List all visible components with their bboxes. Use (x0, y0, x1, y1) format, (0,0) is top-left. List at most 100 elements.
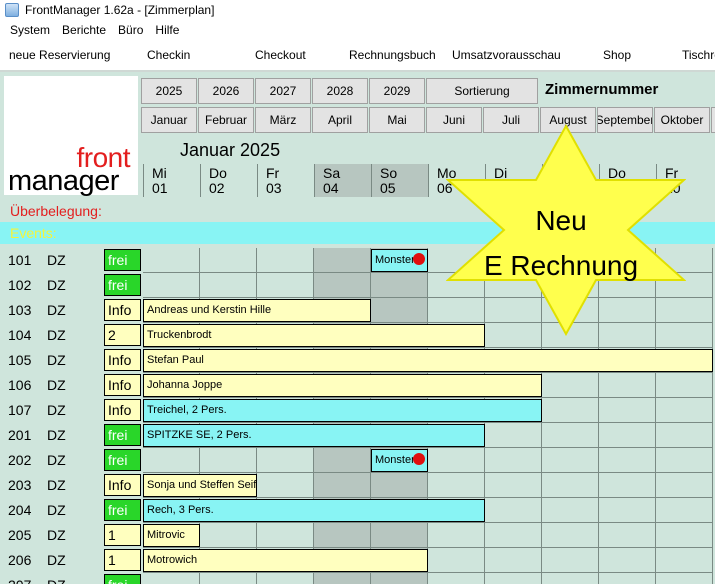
plan-cell[interactable] (257, 273, 314, 298)
plan-cell[interactable] (485, 423, 542, 448)
plan-cell[interactable] (428, 473, 485, 498)
umsatzvorausschau-button[interactable]: Umsatzvorausschau (452, 48, 561, 62)
month-button-maerz[interactable]: März (255, 107, 311, 133)
booking-bar[interactable]: Johanna Joppe (143, 374, 542, 397)
plan-cell[interactable] (200, 273, 257, 298)
plan-cell[interactable] (200, 573, 257, 584)
plan-cell[interactable] (485, 448, 542, 473)
plan-cell[interactable] (599, 373, 656, 398)
year-button-2025[interactable]: 2025 (141, 78, 197, 104)
plan-cell[interactable] (314, 523, 371, 548)
plan-cell[interactable] (200, 448, 257, 473)
plan-cell[interactable] (485, 498, 542, 523)
plan-cell[interactable] (485, 548, 542, 573)
plan-cell[interactable] (314, 273, 371, 298)
plan-cell[interactable] (314, 573, 371, 584)
plan-cell[interactable] (542, 548, 599, 573)
booking-bar[interactable]: Sonja und Steffen Seif (143, 474, 257, 497)
plan-cell[interactable] (143, 573, 200, 584)
room-status[interactable]: Info (104, 374, 141, 396)
room-number[interactable]: 104 (8, 327, 31, 343)
plan-cell[interactable] (656, 548, 713, 573)
menu-buero[interactable]: Büro (118, 23, 143, 37)
room-status[interactable]: Info (104, 349, 141, 371)
year-button-2027[interactable]: 2027 (255, 78, 311, 104)
room-number[interactable]: 106 (8, 377, 31, 393)
plan-cell[interactable] (542, 448, 599, 473)
booking-bar[interactable]: Treichel, 2 Pers. (143, 399, 542, 422)
plan-cell[interactable] (257, 473, 314, 498)
plan-cell[interactable] (542, 423, 599, 448)
booking-bar[interactable]: Mitrovic (143, 524, 200, 547)
plan-cell[interactable] (542, 498, 599, 523)
room-number[interactable]: 204 (8, 502, 31, 518)
plan-cell[interactable] (428, 548, 485, 573)
room-status[interactable]: frei (104, 424, 141, 446)
plan-cell[interactable] (257, 448, 314, 473)
plan-cell[interactable] (428, 448, 485, 473)
plan-cell[interactable] (371, 273, 428, 298)
plan-cell[interactable] (314, 248, 371, 273)
plan-cell[interactable] (542, 398, 599, 423)
plan-cell[interactable] (656, 398, 713, 423)
plan-cell[interactable] (656, 573, 713, 584)
room-number[interactable]: 201 (8, 427, 31, 443)
room-number[interactable]: 103 (8, 302, 31, 318)
plan-cell[interactable] (656, 473, 713, 498)
year-button-2029[interactable]: 2029 (369, 78, 425, 104)
plan-cell[interactable] (485, 523, 542, 548)
plan-cell[interactable] (428, 573, 485, 584)
plan-cell[interactable] (656, 498, 713, 523)
room-status[interactable]: frei (104, 449, 141, 471)
shop-button[interactable]: Shop (603, 48, 631, 62)
booking-bar[interactable]: Andreas und Kerstin Hille (143, 299, 371, 322)
plan-cell[interactable] (656, 448, 713, 473)
plan-cell[interactable] (599, 398, 656, 423)
plan-cell[interactable] (200, 523, 257, 548)
room-number[interactable]: 102 (8, 277, 31, 293)
checkin-button[interactable]: Checkin (147, 48, 190, 62)
plan-cell[interactable] (542, 523, 599, 548)
month-button-november[interactable] (711, 107, 715, 133)
plan-cell[interactable] (371, 473, 428, 498)
menu-berichte[interactable]: Berichte (62, 23, 106, 37)
year-button-2026[interactable]: 2026 (198, 78, 254, 104)
room-status[interactable]: Info (104, 474, 141, 496)
sort-button[interactable]: Sortierung (426, 78, 538, 104)
plan-cell[interactable] (485, 473, 542, 498)
booking-bar[interactable]: Motrowich (143, 549, 428, 572)
room-status[interactable]: frei (104, 249, 141, 271)
rechnungsbuch-button[interactable]: Rechnungsbuch (349, 48, 436, 62)
new-reservation-button[interactable]: neue Reservierung (9, 48, 110, 62)
plan-cell[interactable] (314, 448, 371, 473)
plan-cell[interactable] (257, 523, 314, 548)
room-status[interactable]: 1 (104, 549, 141, 571)
room-number[interactable]: 202 (8, 452, 31, 468)
room-status[interactable]: Info (104, 299, 141, 321)
plan-cell[interactable] (200, 248, 257, 273)
booking-bar[interactable]: SPITZKE SE, 2 Pers. (143, 424, 485, 447)
room-status[interactable]: 2 (104, 324, 141, 346)
plan-cell[interactable] (371, 298, 428, 323)
room-number[interactable]: 101 (8, 252, 31, 268)
plan-cell[interactable] (599, 548, 656, 573)
year-button-2028[interactable]: 2028 (312, 78, 368, 104)
month-button-februar[interactable]: Februar (198, 107, 254, 133)
plan-cell[interactable] (428, 523, 485, 548)
plan-cell[interactable] (599, 473, 656, 498)
plan-cell[interactable] (314, 473, 371, 498)
menu-system[interactable]: System (10, 23, 50, 37)
plan-cell[interactable] (143, 273, 200, 298)
room-number[interactable]: 206 (8, 552, 31, 568)
plan-cell[interactable] (542, 373, 599, 398)
plan-cell[interactable] (371, 573, 428, 584)
plan-cell[interactable] (143, 448, 200, 473)
plan-cell[interactable] (656, 423, 713, 448)
month-button-januar[interactable]: Januar (141, 107, 197, 133)
plan-cell[interactable] (257, 248, 314, 273)
room-number[interactable]: 105 (8, 352, 31, 368)
menu-hilfe[interactable]: Hilfe (155, 23, 179, 37)
plan-cell[interactable] (257, 573, 314, 584)
month-button-mai[interactable]: Mai (369, 107, 425, 133)
plan-cell[interactable] (599, 573, 656, 584)
